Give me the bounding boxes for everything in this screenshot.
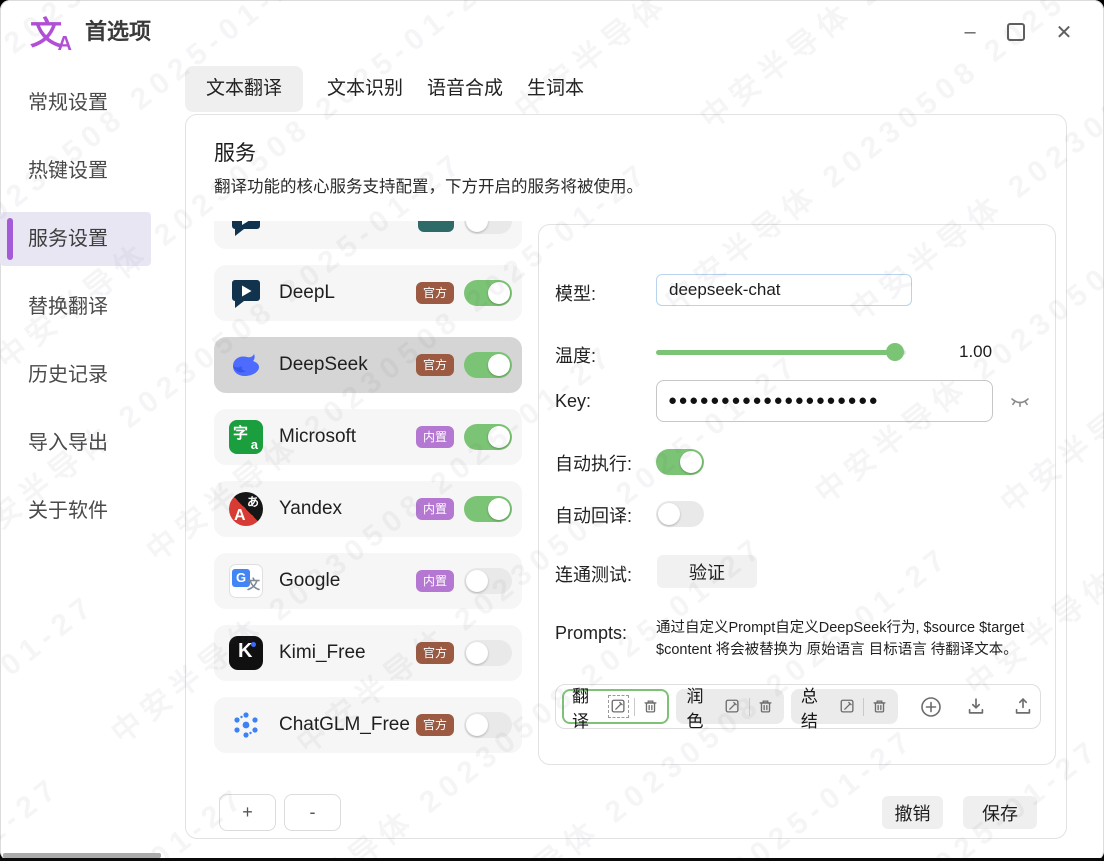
api-key-input[interactable]: ●●●●●●●●●●●●●●●●●●●●: [656, 380, 993, 422]
sidebar-item-replace-translate[interactable]: 替换翻译: [0, 280, 151, 334]
save-button[interactable]: 保存: [963, 796, 1037, 829]
service-detail-panel: 模型: 温度: 1.00 Key: ●●●●●●●●●●●●●●●●●●●● 自…: [538, 224, 1056, 765]
service-name: Yandex: [279, 498, 416, 520]
deepl-icon: [229, 276, 263, 310]
verify-button[interactable]: 验证: [657, 555, 757, 588]
service-row[interactable]: Aあ Yandex 内置: [214, 481, 522, 537]
service-badge: [418, 221, 454, 232]
service-name: Kimi_Free: [279, 642, 416, 664]
service-row[interactable]: DeepSeek 官方: [214, 337, 522, 393]
service-badge: 官方: [416, 714, 454, 736]
section-description: 翻译功能的核心服务支持配置，下方开启的服务将被使用。: [214, 173, 643, 197]
prompt-chip-bar: 翻译 润色: [555, 684, 1041, 729]
model-input[interactable]: [656, 274, 912, 306]
service-toggle[interactable]: [464, 712, 512, 738]
yandex-icon: Aあ: [229, 492, 263, 526]
model-label: 模型:: [555, 280, 596, 306]
add-prompt-icon[interactable]: [919, 695, 943, 719]
tab-vocabulary[interactable]: 生词本: [515, 66, 596, 112]
remove-service-button[interactable]: -: [284, 794, 341, 831]
delete-icon[interactable]: [757, 697, 774, 716]
service-row[interactable]: 字a Microsoft 内置: [214, 409, 522, 465]
maximize-icon[interactable]: [1007, 23, 1027, 41]
key-label: Key:: [555, 391, 591, 412]
preferences-window: 文 A 首选项 – ✕ 常规设置 热键设置 服务设置 替换翻译 历史记录 导入导…: [0, 0, 1104, 861]
sidebar-item-services[interactable]: 服务设置: [0, 212, 151, 266]
service-name: Microsoft: [279, 426, 416, 448]
export-prompts-icon[interactable]: [1012, 695, 1034, 719]
auto-back-translate-label: 自动回译:: [555, 502, 632, 528]
service-name: DeepSeek: [279, 354, 416, 376]
service-row[interactable]: DeepL 官方: [214, 265, 522, 321]
window-title: 首选项: [85, 0, 151, 64]
kimi-icon: K: [229, 636, 263, 670]
deepseek-whale-icon: [229, 348, 263, 382]
prompt-chip-polish[interactable]: 润色: [676, 689, 783, 724]
service-row[interactable]: K Kimi_Free 官方: [214, 625, 522, 681]
service-name: ChatGLM_Free: [279, 714, 416, 736]
tab-text-recognize[interactable]: 文本识别: [315, 66, 415, 112]
temperature-value: 1.00: [959, 342, 992, 362]
titlebar: 文 A 首选项 – ✕: [0, 0, 1104, 64]
sidebar: 常规设置 热键设置 服务设置 替换翻译 历史记录 导入导出 关于软件: [0, 64, 185, 861]
google-translate-icon: G文: [229, 564, 263, 598]
service-name: DeepL: [279, 282, 416, 304]
service-toggle[interactable]: [464, 568, 512, 594]
delete-icon[interactable]: [642, 697, 659, 716]
service-badge: 官方: [416, 282, 454, 304]
tab-speech-synthesis[interactable]: 语音合成: [415, 66, 515, 112]
service-toggle[interactable]: [464, 424, 512, 450]
sidebar-item-history[interactable]: 历史记录: [0, 348, 151, 402]
eye-closed-icon[interactable]: [1009, 390, 1031, 412]
service-name: Google: [279, 570, 416, 592]
auto-execute-label: 自动执行:: [555, 450, 632, 476]
service-toggle[interactable]: [464, 496, 512, 522]
service-badge: 内置: [416, 498, 454, 520]
service-row[interactable]: G文 Google 内置: [214, 553, 522, 609]
connectivity-test-label: 连通测试:: [555, 561, 632, 587]
slider-knob[interactable]: [886, 343, 904, 361]
service-icon: [229, 221, 263, 238]
prompts-label: Prompts:: [555, 623, 627, 644]
auto-execute-toggle[interactable]: [656, 449, 704, 475]
app-logo-icon: 文 A: [30, 10, 72, 56]
edit-icon[interactable]: [610, 697, 627, 716]
section-title: 服务: [214, 137, 256, 167]
sidebar-item-import-export[interactable]: 导入导出: [0, 416, 151, 470]
import-prompts-icon[interactable]: [965, 695, 987, 719]
close-icon[interactable]: ✕: [1054, 20, 1074, 45]
delete-icon[interactable]: [871, 697, 888, 716]
sidebar-item-general[interactable]: 常规设置: [0, 76, 151, 130]
service-list[interactable]: DeepL 官方 DeepSeek 官方 字a Microsoft 内置 Aあ: [214, 221, 522, 767]
service-row-partial[interactable]: [214, 221, 522, 249]
service-badge: 内置: [416, 570, 454, 592]
sidebar-item-about[interactable]: 关于软件: [0, 484, 151, 538]
service-toggle[interactable]: [464, 280, 512, 306]
temperature-slider[interactable]: [656, 350, 906, 355]
edit-icon[interactable]: [724, 697, 741, 716]
minimize-icon[interactable]: –: [960, 21, 980, 44]
service-toggle[interactable]: [464, 352, 512, 378]
service-badge: 官方: [416, 642, 454, 664]
undo-button[interactable]: 撤销: [882, 796, 943, 829]
service-toggle[interactable]: [464, 640, 512, 666]
prompt-chip-summarize[interactable]: 总结: [791, 689, 898, 724]
edit-icon[interactable]: [839, 697, 856, 716]
chatglm-icon: [229, 708, 263, 742]
tab-text-translate[interactable]: 文本翻译: [185, 66, 303, 112]
service-toggle[interactable]: [464, 221, 512, 234]
add-service-button[interactable]: +: [219, 794, 276, 831]
temperature-label: 温度:: [555, 342, 596, 368]
prompt-chip-translate[interactable]: 翻译: [562, 689, 669, 724]
sidebar-item-hotkeys[interactable]: 热键设置: [0, 144, 151, 198]
service-tabs: 文本翻译 文本识别 语音合成 生词本: [185, 64, 596, 114]
service-badge: 内置: [416, 426, 454, 448]
services-card: 服务 翻译功能的核心服务支持配置，下方开启的服务将被使用。 DeepL 官方: [185, 114, 1067, 839]
microsoft-translator-icon: 字a: [229, 420, 263, 454]
auto-back-translate-toggle[interactable]: [656, 501, 704, 527]
service-badge: 官方: [416, 354, 454, 376]
prompts-description: 通过自定义Prompt自定义DeepSeek行为, $source $targe…: [656, 617, 1048, 661]
window-controls: – ✕: [960, 0, 1074, 64]
service-row[interactable]: ChatGLM_Free 官方: [214, 697, 522, 753]
